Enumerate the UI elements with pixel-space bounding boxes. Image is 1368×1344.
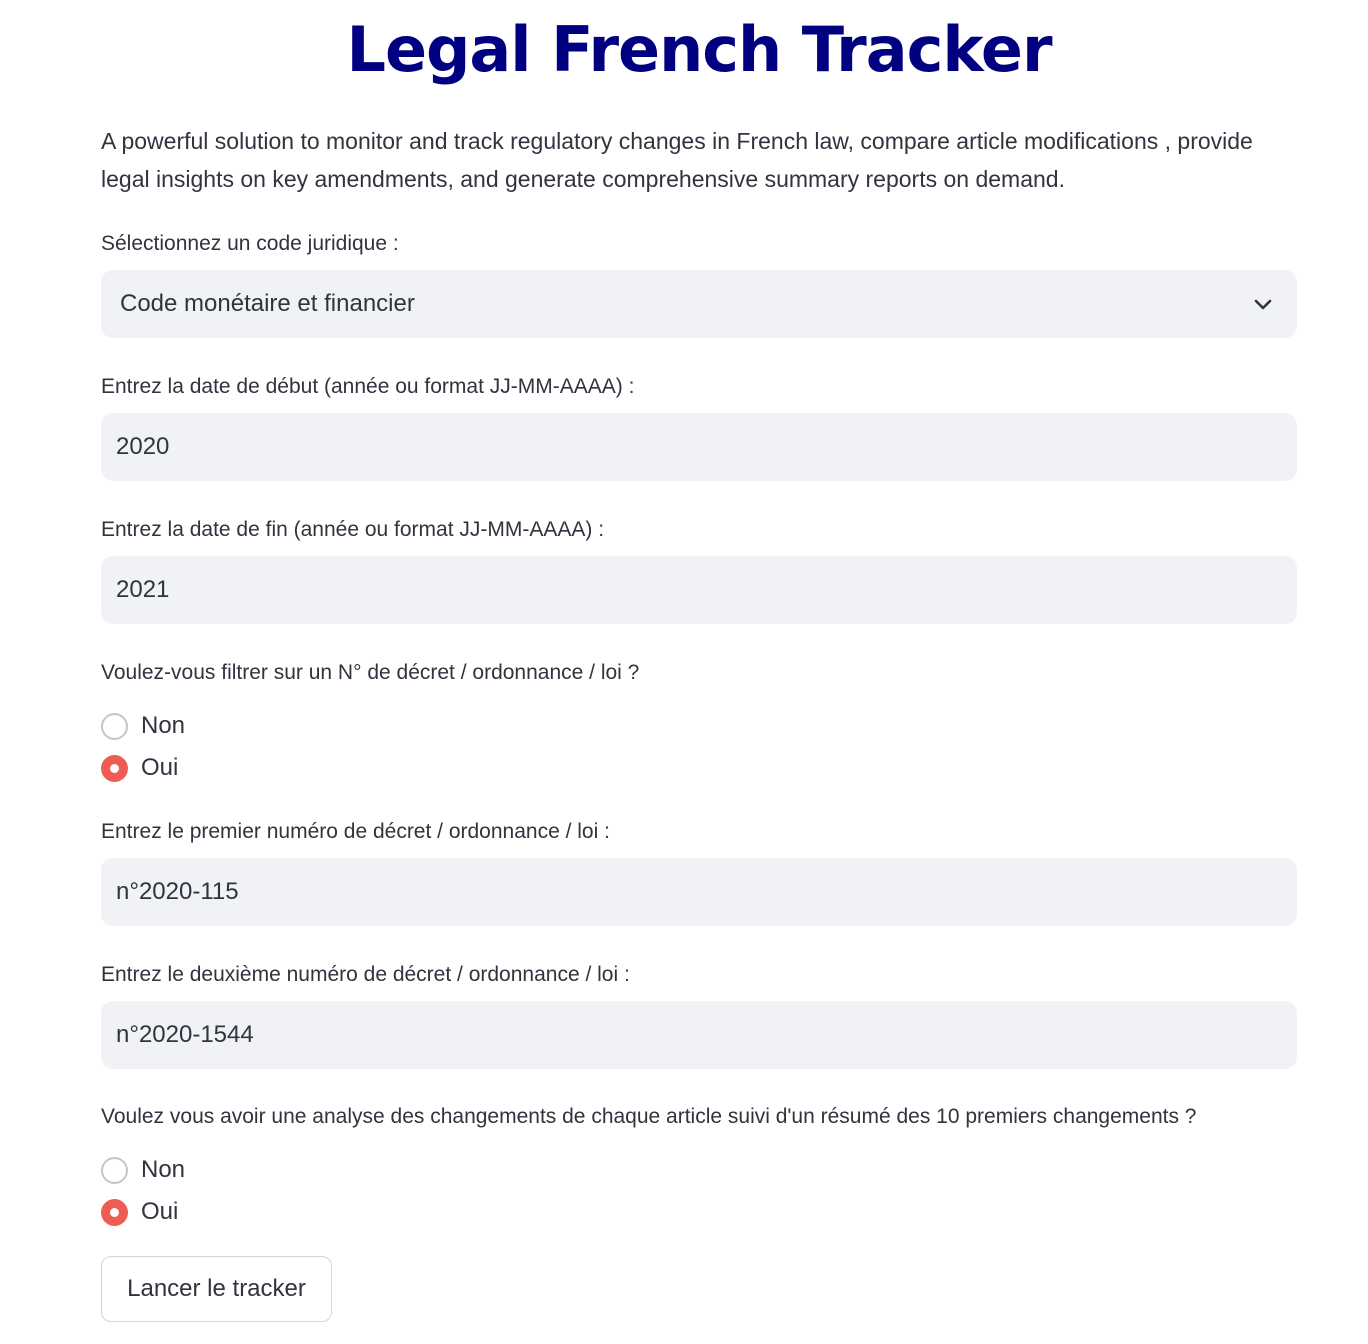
analysis-option-non[interactable]: Non xyxy=(101,1149,1297,1191)
launch-tracker-button[interactable]: Lancer le tracker xyxy=(101,1256,332,1322)
main-content: Legal French Tracker A powerful solution… xyxy=(101,0,1297,1226)
radio-label: Oui xyxy=(141,1198,179,1225)
end-date-field: Entrez la date de fin (année ou format J… xyxy=(101,516,1297,624)
filter-option-non[interactable]: Non xyxy=(101,705,1297,747)
first-number-input[interactable] xyxy=(101,858,1297,926)
analysis-question-label: Voulez vous avoir une analyse des change… xyxy=(101,1105,1197,1128)
app-description: A powerful solution to monitor and track… xyxy=(101,128,1253,192)
radio-label: Oui xyxy=(141,754,179,781)
analysis-radio-group: Non Oui xyxy=(101,1149,1297,1233)
second-number-label: Entrez le deuxième numéro de décret / or… xyxy=(101,963,630,986)
first-number-label: Entrez le premier numéro de décret / ord… xyxy=(101,820,610,843)
analysis-option-oui[interactable]: Oui xyxy=(101,1191,1297,1233)
radio-button-checked[interactable] xyxy=(101,754,128,782)
analysis-question: Voulez vous avoir une analyse des change… xyxy=(101,1103,1297,1233)
radio-button-unchecked[interactable] xyxy=(101,1156,128,1184)
start-date-field: Entrez la date de début (année ou format… xyxy=(101,373,1297,481)
code-select-label: Sélectionnez un code juridique : xyxy=(101,232,399,255)
code-select-value: Code monétaire et financier xyxy=(120,290,415,317)
code-select-field: Sélectionnez un code juridique : Code mo… xyxy=(101,230,1297,338)
radio-button-unchecked[interactable] xyxy=(101,712,128,740)
start-date-input[interactable] xyxy=(101,413,1297,481)
end-date-label: Entrez la date de fin (année ou format J… xyxy=(101,518,605,541)
second-number-input[interactable] xyxy=(101,1001,1297,1069)
filter-option-oui[interactable]: Oui xyxy=(101,747,1297,789)
end-date-input[interactable] xyxy=(101,556,1297,624)
filter-question-label: Voulez-vous filtrer sur un N° de décret … xyxy=(101,661,640,684)
radio-label: Non xyxy=(141,1156,186,1183)
code-select[interactable]: Code monétaire et financier xyxy=(101,270,1297,338)
filter-radio-group: Non Oui xyxy=(101,705,1297,789)
radio-button-checked[interactable] xyxy=(101,1198,128,1226)
filter-question: Voulez-vous filtrer sur un N° de décret … xyxy=(101,659,1297,789)
second-number-field: Entrez le deuxième numéro de décret / or… xyxy=(101,961,1297,1069)
radio-label: Non xyxy=(141,712,186,739)
page-title: Legal French Tracker xyxy=(346,13,1052,86)
first-number-field: Entrez le premier numéro de décret / ord… xyxy=(101,818,1297,926)
start-date-label: Entrez la date de début (année ou format… xyxy=(101,375,635,398)
chevron-down-icon xyxy=(1254,299,1272,310)
